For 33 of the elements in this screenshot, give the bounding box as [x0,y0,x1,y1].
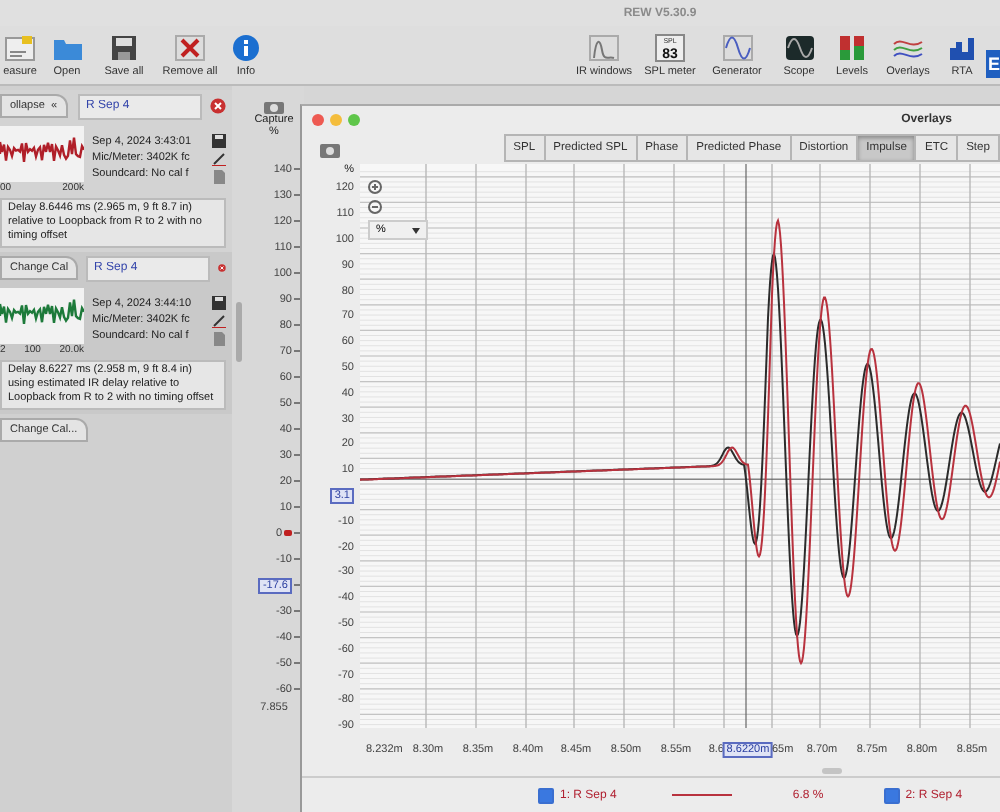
camera-icon [318,139,342,157]
remove-icon [174,33,206,61]
zoom-out-icon [368,200,382,214]
save-icon [212,134,226,148]
zoom-button[interactable] [348,113,360,125]
minimize-button[interactable] [330,113,342,125]
caret-icon [412,227,420,233]
equalizer-icon[interactable]: E [985,49,1000,77]
scope-icon [783,33,815,61]
sine-wave-icon [721,33,753,61]
line-sample [672,794,733,796]
checkbox[interactable] [538,787,554,803]
bar-graph-icon [946,33,978,61]
camera-icon [262,98,286,114]
info-icon [230,33,262,61]
zoom-in-icon [368,180,382,194]
impulse-window-icon [588,33,620,61]
document-icon [212,170,226,184]
zero-marker-icon [284,530,292,536]
resize-handle[interactable] [821,767,841,773]
pencil-icon [212,152,226,166]
level-meter-icon [836,33,868,61]
close-icon [210,98,226,114]
response-thumbnail [0,288,84,344]
pencil-icon [212,314,226,328]
document-icon [212,332,226,346]
save-icon [212,296,226,310]
checkbox[interactable] [883,787,900,803]
save-icon [108,33,140,61]
response-thumbnail [0,126,84,182]
close-icon [218,260,226,276]
measurement-icon [4,33,36,61]
close-button[interactable] [312,113,324,125]
